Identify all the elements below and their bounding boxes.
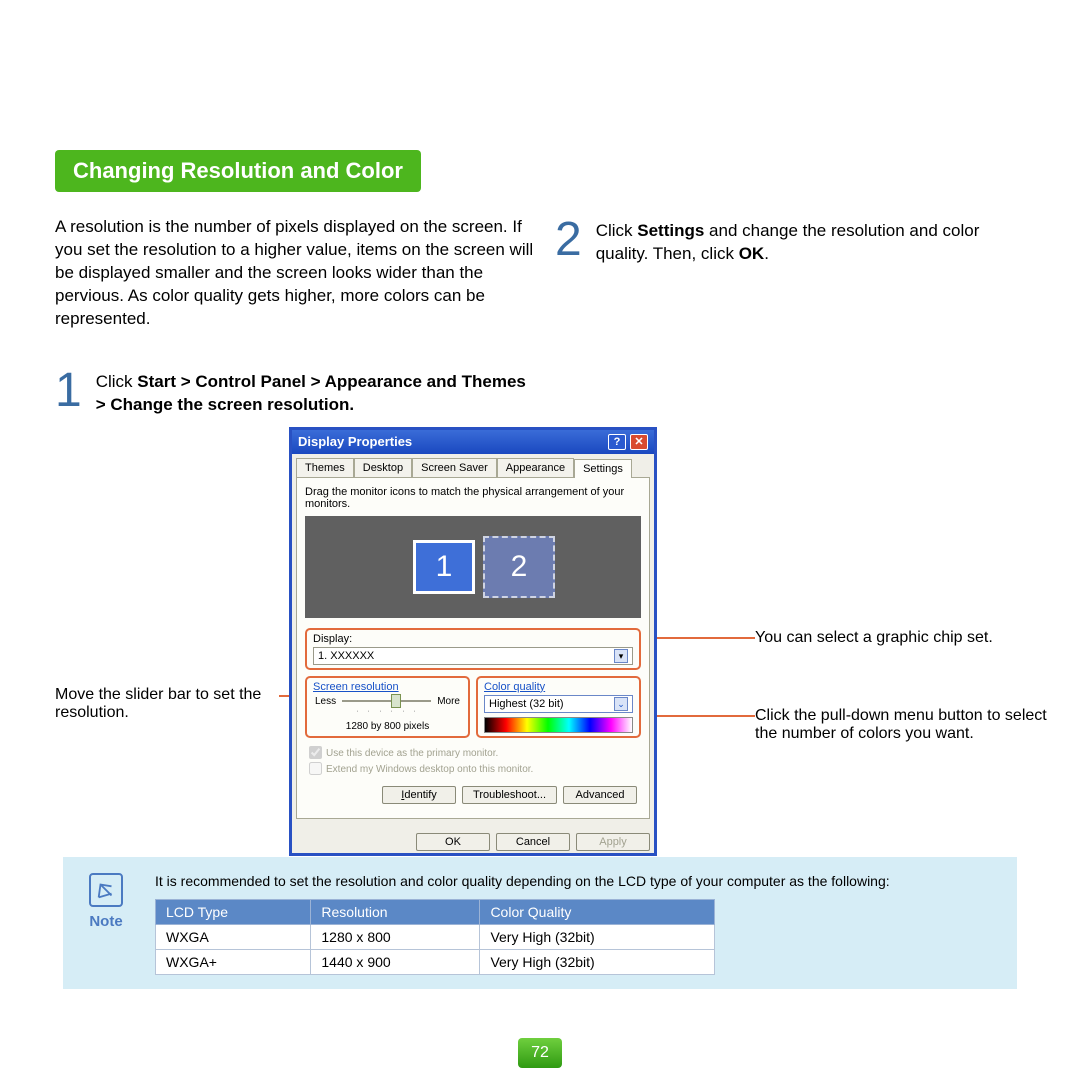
screen-resolution-title: Screen resolution xyxy=(313,681,462,693)
tab-themes[interactable]: Themes xyxy=(296,458,354,477)
note-text: It is recommended to set the resolution … xyxy=(155,873,999,889)
slider-less-label: Less xyxy=(315,696,336,707)
drag-instruction: Drag the monitor icons to match the phys… xyxy=(305,486,641,510)
table-header: LCD Type xyxy=(156,899,311,924)
note-icon xyxy=(89,873,123,907)
color-quality-title: Color quality xyxy=(484,681,633,693)
chevron-down-icon[interactable]: ▾ xyxy=(614,649,628,663)
display-properties-dialog: Display Properties ? ✕ Themes Desktop Sc… xyxy=(289,427,657,856)
annotation-slider: Move the slider bar to set the resolutio… xyxy=(55,686,283,722)
color-quality-group: Color quality Highest (32 bit) ⌄ xyxy=(476,676,641,738)
advanced-button[interactable]: Advanced xyxy=(563,786,637,804)
note-box: Note It is recommended to set the resolu… xyxy=(63,857,1017,989)
tab-desktop[interactable]: Desktop xyxy=(354,458,412,477)
page-number: 72 xyxy=(518,1038,562,1068)
extend-desktop-checkbox[interactable]: Extend my Windows desktop onto this moni… xyxy=(309,764,533,775)
color-quality-dropdown[interactable]: Highest (32 bit) ⌄ xyxy=(484,695,633,713)
step-2-number: 2 xyxy=(555,216,582,264)
tab-appearance[interactable]: Appearance xyxy=(497,458,574,477)
cancel-button[interactable]: Cancel xyxy=(496,833,570,851)
help-icon[interactable]: ? xyxy=(608,434,626,450)
color-quality-value: Highest (32 bit) xyxy=(489,698,564,710)
titlebar[interactable]: Display Properties ? ✕ xyxy=(292,430,654,454)
apply-button[interactable]: Apply xyxy=(576,833,650,851)
step-1-number: 1 xyxy=(55,367,82,415)
troubleshoot-button[interactable]: Troubleshoot... xyxy=(462,786,557,804)
table-header: Resolution xyxy=(311,899,480,924)
monitor-2-icon[interactable]: 2 xyxy=(483,536,555,598)
table-row: WXGA+1440 x 900Very High (32bit) xyxy=(156,949,715,974)
resolution-value: 1280 by 800 pixels xyxy=(313,721,462,732)
chevron-down-icon[interactable]: ⌄ xyxy=(614,697,628,711)
titlebar-text: Display Properties xyxy=(298,434,412,449)
close-icon[interactable]: ✕ xyxy=(630,434,648,450)
table-header: Color Quality xyxy=(480,899,715,924)
identify-button[interactable]: Identify xyxy=(382,786,456,804)
color-spectrum xyxy=(484,717,633,733)
screen-resolution-group: Screen resolution Less More ˈ ˈ ˈ ˈ ˈ ˈ … xyxy=(305,676,470,738)
leader-line xyxy=(641,715,755,717)
step-2-text: Click Settings and change the resolution… xyxy=(596,216,1025,266)
primary-monitor-checkbox[interactable]: Use this device as the primary monitor. xyxy=(309,748,498,759)
slider-ticks: ˈ ˈ ˈ ˈ ˈ ˈ xyxy=(313,709,462,719)
table-row: WXGA1280 x 800Very High (32bit) xyxy=(156,924,715,949)
annotation-chipset: You can select a graphic chip set. xyxy=(755,629,1045,647)
intro-paragraph: A resolution is the number of pixels dis… xyxy=(55,216,535,331)
display-label: Display: xyxy=(313,633,633,645)
slider-handle[interactable] xyxy=(391,694,401,708)
display-value: 1. XXXXXX xyxy=(318,650,374,662)
step-1-text: Click Start > Control Panel > Appearance… xyxy=(96,367,535,417)
annotation-color-quality: Click the pull-down menu button to selec… xyxy=(755,707,1065,743)
lcd-recommendation-table: LCD Type Resolution Color Quality WXGA12… xyxy=(155,899,715,975)
section-heading: Changing Resolution and Color xyxy=(55,150,421,192)
display-dropdown-highlight: Display: 1. XXXXXX ▾ xyxy=(305,628,641,670)
ok-button[interactable]: OK xyxy=(416,833,490,851)
display-dropdown[interactable]: 1. XXXXXX ▾ xyxy=(313,647,633,665)
monitor-1-icon[interactable]: 1 xyxy=(413,540,475,594)
note-label: Note xyxy=(81,913,131,930)
tab-strip: Themes Desktop Screen Saver Appearance S… xyxy=(292,454,654,477)
monitor-preview[interactable]: 2 1 xyxy=(305,516,641,618)
tab-settings[interactable]: Settings xyxy=(574,459,632,478)
resolution-slider[interactable] xyxy=(342,698,431,704)
slider-more-label: More xyxy=(437,696,460,707)
leader-line xyxy=(645,637,755,639)
tab-screensaver[interactable]: Screen Saver xyxy=(412,458,497,477)
